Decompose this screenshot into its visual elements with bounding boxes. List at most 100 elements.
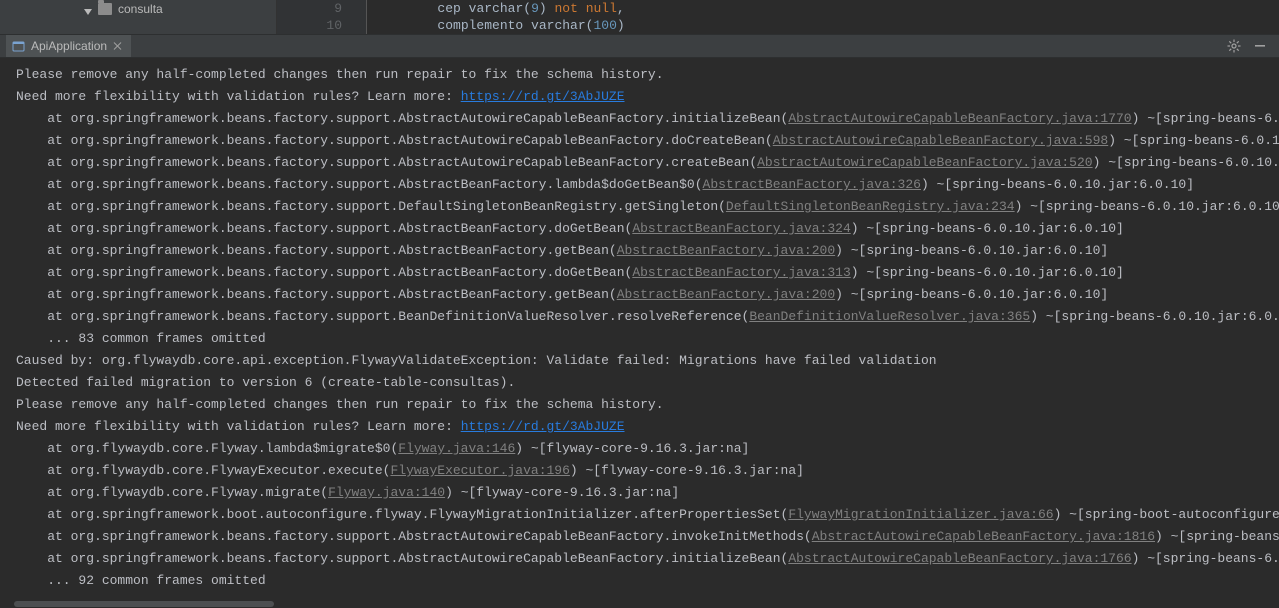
console-line: Caused by: org.flywaydb.core.api.excepti…: [16, 350, 1279, 372]
console-text: Need more flexibility with validation ru…: [16, 89, 461, 104]
console-text: ) ~[spring-beans-6.0.10.jar:6.0.10]: [1155, 529, 1279, 544]
source-link[interactable]: AbstractAutowireCapableBeanFactory.java:…: [788, 551, 1131, 566]
horizontal-scrollbar[interactable]: [0, 600, 1279, 608]
source-link[interactable]: AbstractBeanFactory.java:200: [617, 287, 835, 302]
console-text: ) ~[spring-beans-6.0.10.jar:6.0.10]: [1015, 199, 1279, 214]
console-text: Need more flexibility with validation ru…: [16, 419, 461, 434]
console-text: ) ~[spring-beans-6.0.10.jar:6.0.10]: [1030, 309, 1279, 324]
console-text: at org.springframework.beans.factory.sup…: [16, 199, 726, 214]
console-text: ) ~[spring-beans-6.0.10.jar:6.0.10]: [921, 177, 1194, 192]
code-text: complemento varchar(100): [375, 17, 625, 34]
console-line: at org.springframework.beans.factory.sup…: [16, 130, 1279, 152]
console-text: ) ~[flyway-core-9.16.3.jar:na]: [515, 441, 749, 456]
console-text: at org.flywaydb.core.FlywayExecutor.exec…: [16, 463, 390, 478]
console-text: at org.springframework.beans.factory.sup…: [16, 309, 749, 324]
console-text: Detected failed migration to version 6 (…: [16, 375, 515, 390]
console-line: ... 83 common frames omitted: [16, 328, 1279, 350]
console-line: at org.springframework.beans.factory.sup…: [16, 240, 1279, 262]
console-text: at org.springframework.beans.factory.sup…: [16, 551, 788, 566]
line-number: 9: [277, 0, 367, 17]
console-text: at org.springframework.beans.factory.sup…: [16, 221, 632, 236]
top-area: consulta 9 cep varchar(9) not null,10 co…: [0, 0, 1279, 34]
source-link[interactable]: AbstractBeanFactory.java:200: [617, 243, 835, 258]
console-text: at org.springframework.beans.factory.sup…: [16, 155, 757, 170]
code-text: cep varchar(9) not null,: [375, 0, 625, 17]
console-text: at org.flywaydb.core.Flyway.lambda$migra…: [16, 441, 398, 456]
console-line: at org.springframework.beans.factory.sup…: [16, 306, 1279, 328]
console-line: Please remove any half-completed changes…: [16, 394, 1279, 416]
source-link[interactable]: AbstractBeanFactory.java:313: [632, 265, 850, 280]
source-link[interactable]: FlywayExecutor.java:196: [390, 463, 569, 478]
console-text: ) ~[spring-boot-autoconfigure-3.1.1.jar:…: [1054, 507, 1279, 522]
console-text: ) ~[spring-beans-6.0.10.jar:6.0.10]: [835, 287, 1108, 302]
tree-row-consulta[interactable]: consulta: [0, 0, 276, 18]
code-line[interactable]: 9 cep varchar(9) not null,: [277, 0, 1279, 17]
console-line: at org.springframework.beans.factory.sup…: [16, 526, 1279, 548]
console-text: ) ~[spring-beans-6.0.10.jar:6.0.10]: [1093, 155, 1279, 170]
console-text: ) ~[flyway-core-9.16.3.jar:na]: [570, 463, 804, 478]
console-line: at org.springframework.beans.factory.sup…: [16, 108, 1279, 130]
console-text: Caused by: org.flywaydb.core.api.excepti…: [16, 353, 937, 368]
console-line: at org.flywaydb.core.Flyway.lambda$migra…: [16, 438, 1279, 460]
console-line: Detected failed migration to version 6 (…: [16, 372, 1279, 394]
console-text: at org.springframework.beans.factory.sup…: [16, 287, 617, 302]
source-link[interactable]: AbstractAutowireCapableBeanFactory.java:…: [773, 133, 1108, 148]
console-line: Need more flexibility with validation ru…: [16, 416, 1279, 438]
project-tree[interactable]: consulta: [0, 0, 276, 34]
console-text: ... 83 common frames omitted: [16, 331, 266, 346]
source-link[interactable]: FlywayMigrationInitializer.java:66: [788, 507, 1053, 522]
console-text: ) ~[flyway-core-9.16.3.jar:na]: [445, 485, 679, 500]
console-text: ) ~[spring-beans-6.0.10.jar:6.0.10]: [1132, 551, 1279, 566]
console-line: Please remove any half-completed changes…: [16, 64, 1279, 86]
console-header: ApiApplication: [0, 34, 1279, 58]
console-text: ) ~[spring-beans-6.0.10.jar:6.0.10]: [1108, 133, 1279, 148]
minimize-icon[interactable]: [1253, 39, 1267, 53]
run-tab-title: ApiApplication: [31, 39, 107, 53]
console-text: at org.flywaydb.core.Flyway.migrate(: [16, 485, 328, 500]
source-link[interactable]: BeanDefinitionValueResolver.java:365: [749, 309, 1030, 324]
console-text: at org.springframework.beans.factory.sup…: [16, 243, 617, 258]
source-link[interactable]: AbstractAutowireCapableBeanFactory.java:…: [788, 111, 1131, 126]
console-line: at org.flywaydb.core.Flyway.migrate(Flyw…: [16, 482, 1279, 504]
source-link[interactable]: AbstractAutowireCapableBeanFactory.java:…: [757, 155, 1092, 170]
console-line: at org.springframework.beans.factory.sup…: [16, 218, 1279, 240]
console-text: Please remove any half-completed changes…: [16, 397, 664, 412]
run-config-icon: [12, 40, 25, 53]
console-line: ... 92 common frames omitted: [16, 570, 1279, 592]
console-text: at org.springframework.boot.autoconfigur…: [16, 507, 788, 522]
chevron-down-icon: [84, 5, 92, 13]
console-text: ) ~[spring-beans-6.0.10.jar:6.0.10]: [1132, 111, 1279, 126]
console-line: at org.springframework.beans.factory.sup…: [16, 174, 1279, 196]
console-line: at org.springframework.beans.factory.sup…: [16, 152, 1279, 174]
console-text: ... 92 common frames omitted: [16, 573, 266, 588]
console-text: at org.springframework.beans.factory.sup…: [16, 265, 632, 280]
console-text: ) ~[spring-beans-6.0.10.jar:6.0.10]: [851, 221, 1124, 236]
source-link[interactable]: DefaultSingletonBeanRegistry.java:234: [726, 199, 1015, 214]
console-text: ) ~[spring-beans-6.0.10.jar:6.0.10]: [835, 243, 1108, 258]
console-line: at org.springframework.beans.factory.sup…: [16, 196, 1279, 218]
console-text: at org.springframework.beans.factory.sup…: [16, 177, 703, 192]
console-line: at org.springframework.beans.factory.sup…: [16, 262, 1279, 284]
console-text: Please remove any half-completed changes…: [16, 67, 664, 82]
console-line: at org.springframework.boot.autoconfigur…: [16, 504, 1279, 526]
gear-icon[interactable]: [1227, 39, 1241, 53]
run-tab[interactable]: ApiApplication: [6, 35, 131, 57]
source-link[interactable]: Flyway.java:146: [398, 441, 515, 456]
source-link[interactable]: AbstractAutowireCapableBeanFactory.java:…: [812, 529, 1155, 544]
console-line: at org.springframework.beans.factory.sup…: [16, 548, 1279, 570]
tree-item-label: consulta: [118, 2, 163, 16]
external-link[interactable]: https://rd.gt/3AbJUZE: [461, 89, 625, 104]
close-icon[interactable]: [113, 41, 123, 51]
code-line[interactable]: 10 complemento varchar(100): [277, 17, 1279, 34]
code-editor[interactable]: 9 cep varchar(9) not null,10 complemento…: [276, 0, 1279, 34]
source-link[interactable]: AbstractBeanFactory.java:324: [632, 221, 850, 236]
console-text: at org.springframework.beans.factory.sup…: [16, 529, 812, 544]
source-link[interactable]: AbstractBeanFactory.java:326: [703, 177, 921, 192]
console-text: at org.springframework.beans.factory.sup…: [16, 133, 773, 148]
console-line: at org.flywaydb.core.FlywayExecutor.exec…: [16, 460, 1279, 482]
external-link[interactable]: https://rd.gt/3AbJUZE: [461, 419, 625, 434]
folder-icon: [98, 3, 112, 15]
source-link[interactable]: Flyway.java:140: [328, 485, 445, 500]
console-output[interactable]: Please remove any half-completed changes…: [0, 58, 1279, 600]
console-text: ) ~[spring-beans-6.0.10.jar:6.0.10]: [851, 265, 1124, 280]
